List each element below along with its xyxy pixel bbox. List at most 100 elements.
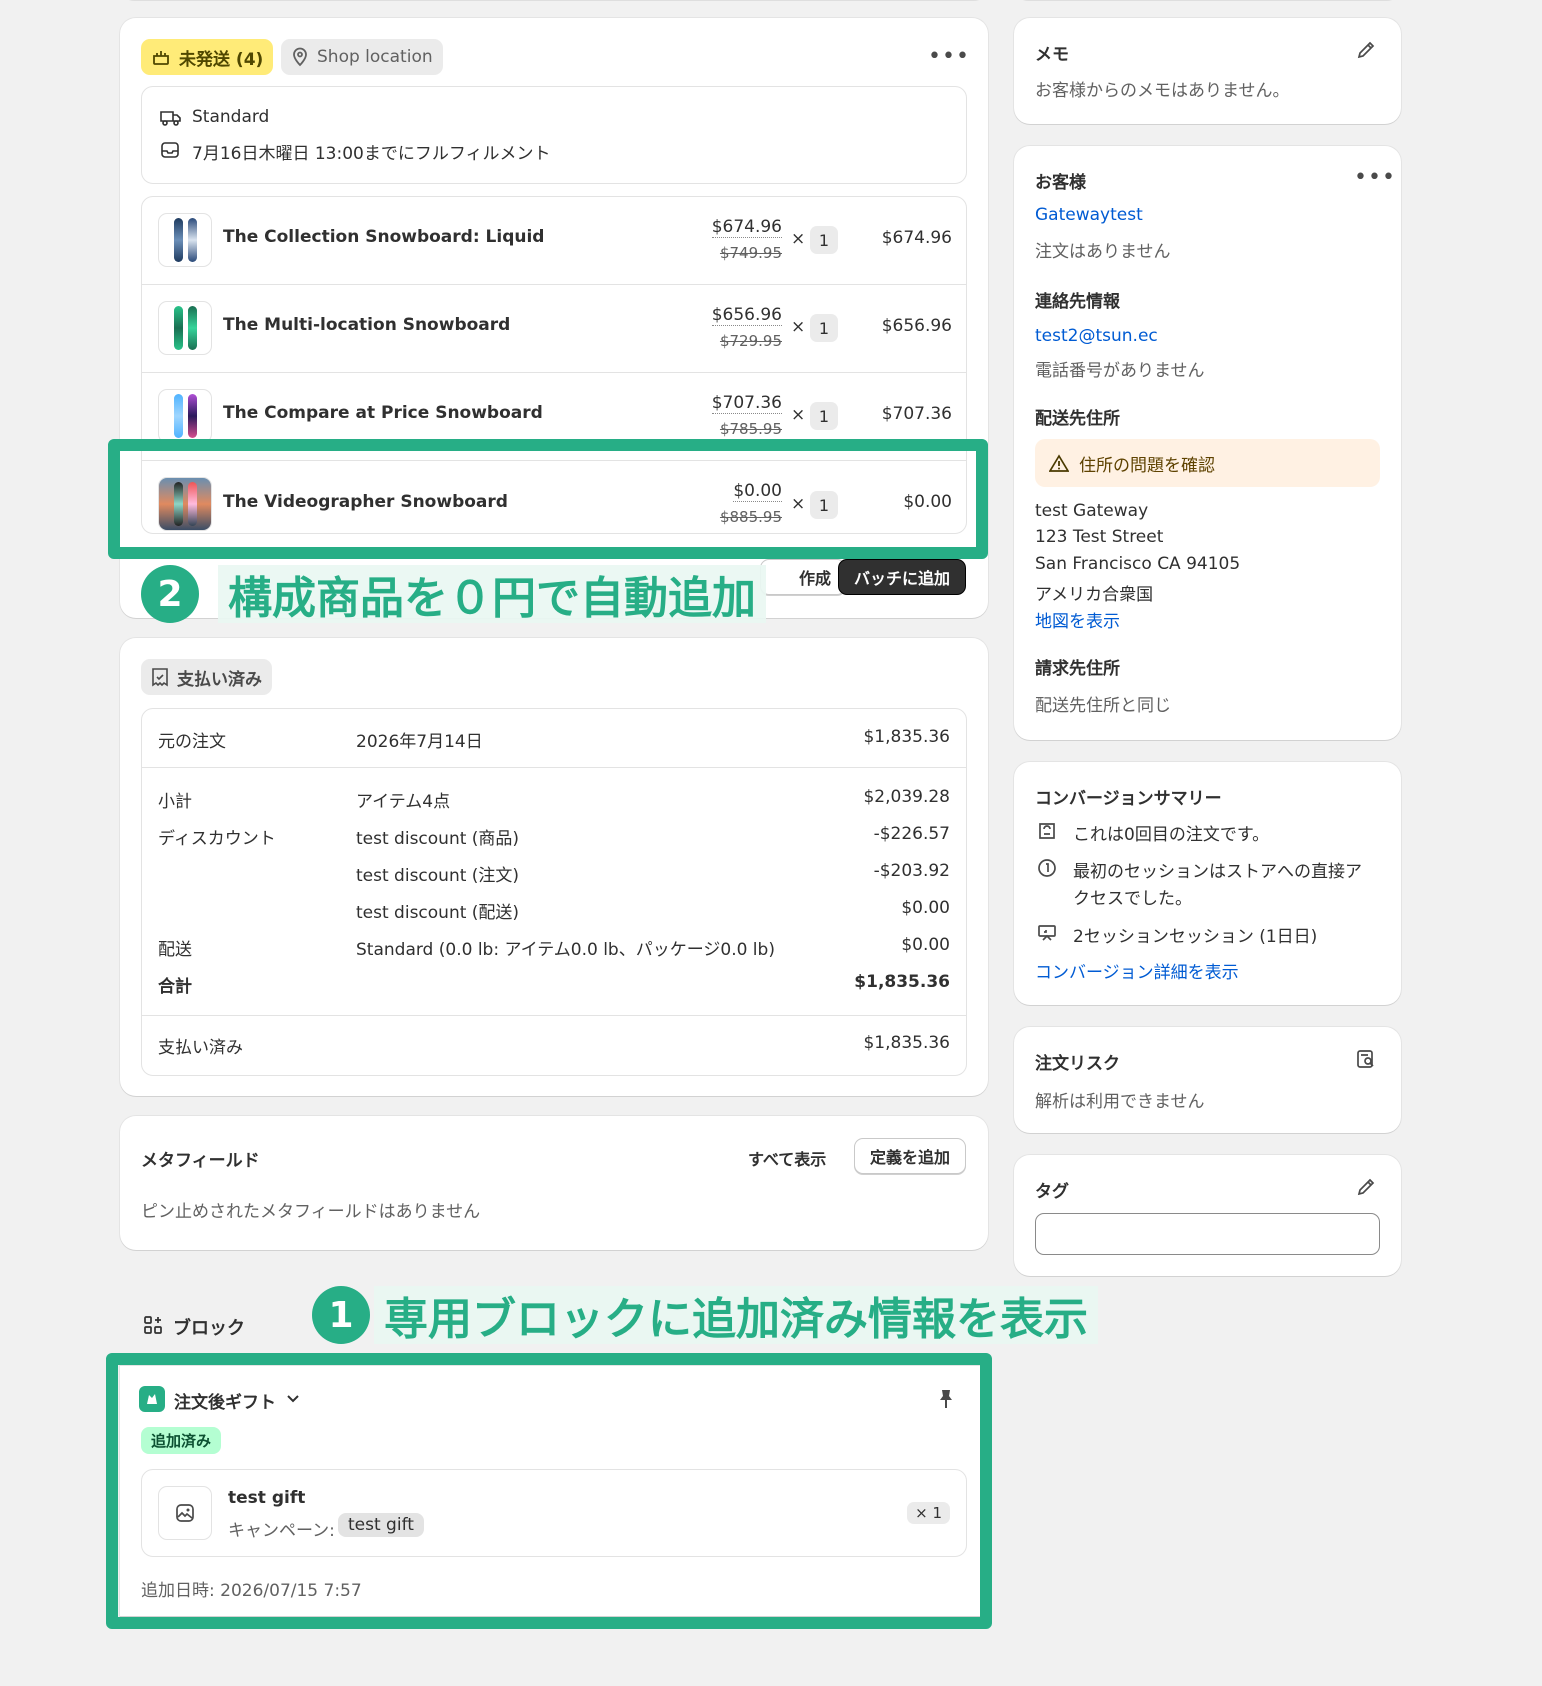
order-risk-text: 解析は利用できません: [1035, 1092, 1205, 1112]
discount-amount: -$203.92: [873, 861, 950, 881]
quantity-badge: 1: [810, 402, 838, 430]
more-actions-icon[interactable]: •••: [928, 46, 970, 68]
line-item: The Multi-location Snowboard $656.96 $72…: [142, 285, 966, 373]
truck-icon: [160, 109, 182, 127]
address-warning-banner[interactable]: 住所の問題を確認: [1035, 439, 1380, 487]
metafields-card: メタフィールド すべて表示 定義を追加 ピン止めされたメタフィールドはありません: [120, 1116, 988, 1250]
memo-text: お客様からのメモはありません。: [1035, 81, 1290, 101]
product-compare-price: $729.95: [719, 332, 782, 350]
line-total: $674.96: [881, 228, 952, 248]
add-to-batch-button[interactable]: バッチに追加: [838, 559, 966, 595]
order-count-icon: [1037, 821, 1057, 841]
customer-orders: 注文はありません: [1035, 242, 1171, 262]
payment-summary-box: 元の注文 2026年7月14日 $1,835.36 小計 アイテム4点 $2,0…: [141, 708, 967, 1076]
conversion-title: コンバージョンサマリー: [1035, 789, 1222, 809]
location-pin-icon: [291, 47, 309, 67]
paid-badge: 支払い済み: [141, 659, 272, 695]
conversion-details-link[interactable]: コンバージョン詳細を表示: [1035, 958, 1239, 983]
conversion-line-2b: クセスでした。: [1073, 889, 1192, 909]
paid-badge-label: 支払い済み: [177, 669, 262, 690]
location-label: Shop location: [317, 47, 433, 67]
address-line: San Francisco CA 94105: [1035, 554, 1241, 574]
session-icon: [1037, 858, 1057, 878]
order-risk-card: 注文リスク 解析は利用できません: [1014, 1027, 1401, 1133]
shipping-info-box: Standard 7月16日木曜日 13:00までにフルフィルメント: [141, 86, 967, 184]
customer-name-link[interactable]: Gatewaytest: [1035, 205, 1143, 225]
product-thumbnail: [158, 389, 212, 443]
line-total: $707.36: [881, 404, 952, 424]
quantity-badge: 1: [810, 226, 838, 254]
shipping-address-title: 配送先住所: [1035, 409, 1120, 429]
original-order-label: 元の注文: [158, 732, 226, 752]
tags-card: タグ: [1014, 1155, 1401, 1276]
add-definition-button[interactable]: 定義を追加: [854, 1138, 966, 1174]
product-price: $707.36: [711, 393, 782, 414]
total-amount: $1,835.36: [854, 972, 950, 992]
paid-amount: $1,835.36: [863, 1033, 950, 1053]
quantity-badge: 1: [810, 314, 838, 342]
blocks-icon: [143, 1315, 163, 1335]
unfulfilled-label: 未発送 (4): [179, 49, 264, 70]
conversion-summary-card: コンバージョンサマリー これは0回目の注文です。 最初のセッションはストアへの直…: [1014, 762, 1401, 1005]
shipping-desc: Standard (0.0 lb: アイテム0.0 lb、パッケージ0.0 lb…: [356, 940, 775, 960]
annotation-badge-2: 2: [141, 565, 199, 623]
metafields-empty-text: ピン止めされたメタフィールドはありません: [141, 1202, 481, 1222]
divider: [142, 767, 966, 768]
pencil-icon[interactable]: [1356, 1177, 1376, 1197]
contact-title: 連絡先情報: [1035, 292, 1120, 312]
address-line: アメリカ合衆国: [1035, 585, 1154, 605]
tags-title: タグ: [1035, 1182, 1069, 1202]
product-name[interactable]: The Multi-location Snowboard: [223, 315, 510, 335]
divider: [142, 1015, 966, 1016]
product-name[interactable]: The Collection Snowboard: Liquid: [223, 227, 544, 247]
product-thumbnail: [158, 213, 212, 267]
risk-analysis-icon[interactable]: [1356, 1049, 1376, 1069]
inbox-icon: [160, 140, 180, 160]
original-order-amount: $1,835.36: [863, 727, 950, 747]
pencil-icon[interactable]: [1356, 40, 1376, 60]
view-map-link[interactable]: 地図を表示: [1035, 607, 1120, 632]
line-total: $656.96: [881, 316, 952, 336]
conversion-line-3: 2セッションセッション (1日日): [1073, 927, 1318, 947]
product-thumbnail: [158, 301, 212, 355]
address-warning-text: 住所の問題を確認: [1079, 455, 1215, 476]
discount-amount: -$226.57: [873, 824, 950, 844]
presentation-icon: [1037, 923, 1057, 943]
annotation-text-1: 専用ブロックに追加済み情報を表示: [374, 1286, 1098, 1345]
times-sign: ×: [791, 317, 806, 337]
product-compare-price: $749.95: [719, 244, 782, 262]
product-name[interactable]: The Compare at Price Snowboard: [223, 403, 543, 423]
address-line: test Gateway: [1035, 501, 1149, 521]
more-actions-icon[interactable]: •••: [1354, 167, 1396, 189]
shipping-amount: $0.00: [901, 935, 950, 955]
line-item: The Collection Snowboard: Liquid $674.96…: [142, 197, 966, 285]
memo-title: メモ: [1035, 45, 1069, 65]
customer-card: お客様 ••• Gatewaytest 注文はありません 連絡先情報 test2…: [1014, 146, 1401, 740]
email-link[interactable]: test2@tsun.ec: [1035, 326, 1158, 346]
tags-input[interactable]: [1035, 1213, 1380, 1255]
subtotal-desc: アイテム4点: [356, 792, 451, 812]
memo-card: メモ お客様からのメモはありません。: [1014, 18, 1401, 124]
discount-amount: $0.00: [901, 898, 950, 918]
conversion-line-2a: 最初のセッションはストアへの直接ア: [1073, 862, 1362, 882]
product-price: $656.96: [711, 305, 782, 326]
subtotal-amount: $2,039.28: [863, 787, 950, 807]
annotation-frame-1: [106, 1353, 992, 1629]
billing-address-title: 請求先住所: [1035, 659, 1120, 679]
times-sign: ×: [791, 229, 806, 249]
conversion-line-1: これは0回目の注文です。: [1073, 825, 1270, 845]
order-risk-title: 注文リスク: [1035, 1054, 1120, 1074]
discount-desc: test discount (配送): [356, 903, 520, 923]
times-sign: ×: [791, 405, 806, 425]
product-price: $674.96: [711, 217, 782, 238]
create-label-button[interactable]: 作成: [760, 559, 846, 595]
billing-address-text: 配送先住所と同じ: [1035, 696, 1171, 716]
phone-text: 電話番号がありません: [1035, 361, 1205, 381]
show-all-link[interactable]: すべて表示: [748, 1146, 826, 1170]
subtotal-label: 小計: [158, 792, 192, 812]
annotation-text-2: 構成商品を０円で自動追加: [218, 565, 766, 624]
blocks-title: ブロック: [173, 1318, 245, 1339]
discount-label: ディスカウント: [158, 829, 276, 849]
create-label-text: 作成: [798, 569, 831, 588]
discount-desc: test discount (商品): [356, 829, 520, 849]
